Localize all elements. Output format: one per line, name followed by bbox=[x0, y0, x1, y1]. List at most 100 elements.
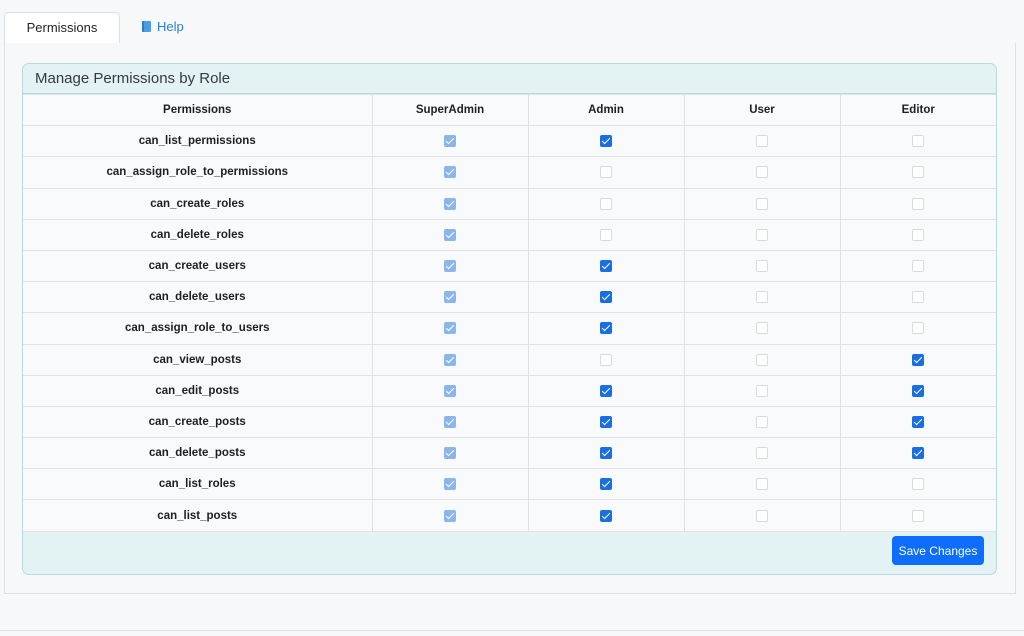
book-icon bbox=[142, 21, 151, 32]
checkbox-user[interactable] bbox=[756, 509, 768, 522]
checkbox-editor[interactable] bbox=[912, 509, 925, 522]
permissions-card: Manage Permissions by Role Permissions S… bbox=[22, 63, 997, 575]
checkbox-editor[interactable] bbox=[912, 135, 925, 148]
checkbox-admin[interactable] bbox=[600, 415, 612, 428]
cell-editor bbox=[839, 374, 996, 407]
checkbox-admin[interactable] bbox=[600, 291, 612, 304]
cell-admin bbox=[527, 468, 685, 501]
checkbox-user[interactable] bbox=[756, 447, 768, 460]
permission-name: can_list_permissions bbox=[23, 125, 373, 158]
permission-name: can_list_posts bbox=[23, 499, 373, 532]
save-changes-button[interactable]: Save Changes bbox=[892, 536, 984, 565]
checkbox-admin[interactable] bbox=[600, 384, 612, 397]
checkbox-user[interactable] bbox=[756, 478, 768, 491]
tab-permissions-table[interactable]: Permissions Table bbox=[4, 12, 120, 65]
cell-superadmin bbox=[371, 343, 529, 376]
checkbox-admin[interactable] bbox=[600, 353, 612, 366]
cell-user bbox=[683, 187, 841, 220]
cell-superadmin bbox=[371, 281, 529, 314]
checkbox-admin[interactable] bbox=[600, 478, 612, 491]
checkbox-editor[interactable] bbox=[912, 384, 925, 397]
checkbox-editor[interactable] bbox=[912, 228, 925, 241]
cell-editor bbox=[839, 405, 996, 439]
checkbox-editor[interactable] bbox=[912, 260, 925, 273]
checkbox-editor[interactable] bbox=[912, 415, 925, 428]
table-row: can_list_posts bbox=[23, 499, 996, 532]
table-row: can_list_permissions bbox=[23, 125, 996, 158]
column-header-superadmin: SuperAdmin bbox=[371, 93, 529, 127]
checkbox-editor[interactable] bbox=[912, 478, 925, 491]
cell-admin bbox=[527, 312, 685, 345]
cell-user bbox=[683, 405, 841, 439]
checkbox-editor[interactable] bbox=[912, 447, 925, 460]
table-row: can_view_posts bbox=[23, 343, 996, 376]
cell-user bbox=[683, 343, 841, 376]
checkbox-admin[interactable] bbox=[600, 166, 612, 179]
checkbox-admin[interactable] bbox=[600, 197, 612, 210]
checkbox-admin[interactable] bbox=[600, 322, 612, 335]
checkbox-user[interactable] bbox=[756, 353, 768, 366]
cell-user bbox=[683, 468, 841, 501]
checkbox-superadmin bbox=[444, 228, 456, 241]
checkbox-admin[interactable] bbox=[600, 509, 612, 522]
column-header-admin: Admin bbox=[527, 93, 685, 127]
checkbox-admin[interactable] bbox=[600, 228, 612, 241]
checkbox-superadmin bbox=[444, 322, 456, 335]
checkbox-user[interactable] bbox=[756, 166, 768, 179]
checkbox-editor[interactable] bbox=[912, 166, 925, 179]
cell-user bbox=[683, 218, 841, 251]
checkbox-editor[interactable] bbox=[912, 291, 925, 304]
cell-admin bbox=[527, 343, 685, 376]
cell-admin bbox=[527, 374, 685, 407]
checkbox-user[interactable] bbox=[756, 228, 768, 241]
cell-superadmin bbox=[371, 156, 529, 189]
checkbox-user[interactable] bbox=[756, 260, 768, 273]
cell-admin bbox=[527, 405, 685, 439]
tab-help[interactable]: Help bbox=[132, 12, 194, 44]
cell-editor bbox=[839, 437, 996, 470]
cell-editor bbox=[839, 187, 996, 220]
table-header-row: Permissions SuperAdmin Admin User Editor bbox=[23, 93, 996, 127]
cell-superadmin bbox=[371, 468, 529, 501]
cell-admin bbox=[527, 249, 685, 283]
checkbox-user[interactable] bbox=[756, 384, 768, 397]
checkbox-superadmin bbox=[444, 384, 456, 397]
cell-admin bbox=[527, 125, 685, 158]
checkbox-superadmin bbox=[444, 197, 456, 210]
checkbox-user[interactable] bbox=[756, 135, 768, 148]
permission-name: can_create_roles bbox=[23, 187, 373, 220]
checkbox-user[interactable] bbox=[756, 197, 768, 210]
checkbox-admin[interactable] bbox=[600, 135, 612, 148]
table-row: can_delete_posts bbox=[23, 437, 996, 470]
divider bbox=[0, 630, 1024, 631]
cell-admin bbox=[527, 187, 685, 220]
checkbox-superadmin bbox=[444, 447, 456, 460]
column-header-user: User bbox=[683, 93, 841, 127]
table-row: can_create_posts bbox=[23, 405, 996, 439]
card-footer: Save Changes bbox=[23, 530, 996, 574]
cell-superadmin bbox=[371, 312, 529, 345]
cell-superadmin bbox=[371, 125, 529, 158]
table-row: can_list_roles bbox=[23, 468, 996, 501]
checkbox-superadmin bbox=[444, 260, 456, 273]
checkbox-user[interactable] bbox=[756, 415, 768, 428]
checkbox-user[interactable] bbox=[756, 322, 768, 335]
cell-editor bbox=[839, 468, 996, 501]
cell-admin bbox=[527, 218, 685, 251]
checkbox-editor[interactable] bbox=[912, 322, 925, 335]
checkbox-user[interactable] bbox=[756, 291, 768, 304]
permission-name: can_delete_users bbox=[23, 281, 373, 314]
card-title: Manage Permissions by Role bbox=[23, 64, 996, 94]
permission-name: can_edit_posts bbox=[23, 374, 373, 407]
permissions-table-body: can_list_permissions can_assign_role_to_p… bbox=[23, 125, 996, 532]
checkbox-superadmin bbox=[444, 166, 456, 179]
checkbox-editor[interactable] bbox=[912, 197, 925, 210]
checkbox-admin[interactable] bbox=[600, 447, 612, 460]
cell-editor bbox=[839, 249, 996, 283]
cell-editor bbox=[839, 125, 996, 158]
cell-superadmin bbox=[371, 499, 529, 532]
cell-user bbox=[683, 312, 841, 345]
checkbox-editor[interactable] bbox=[912, 353, 925, 366]
permission-name: can_delete_roles bbox=[23, 218, 373, 251]
checkbox-admin[interactable] bbox=[600, 260, 612, 273]
